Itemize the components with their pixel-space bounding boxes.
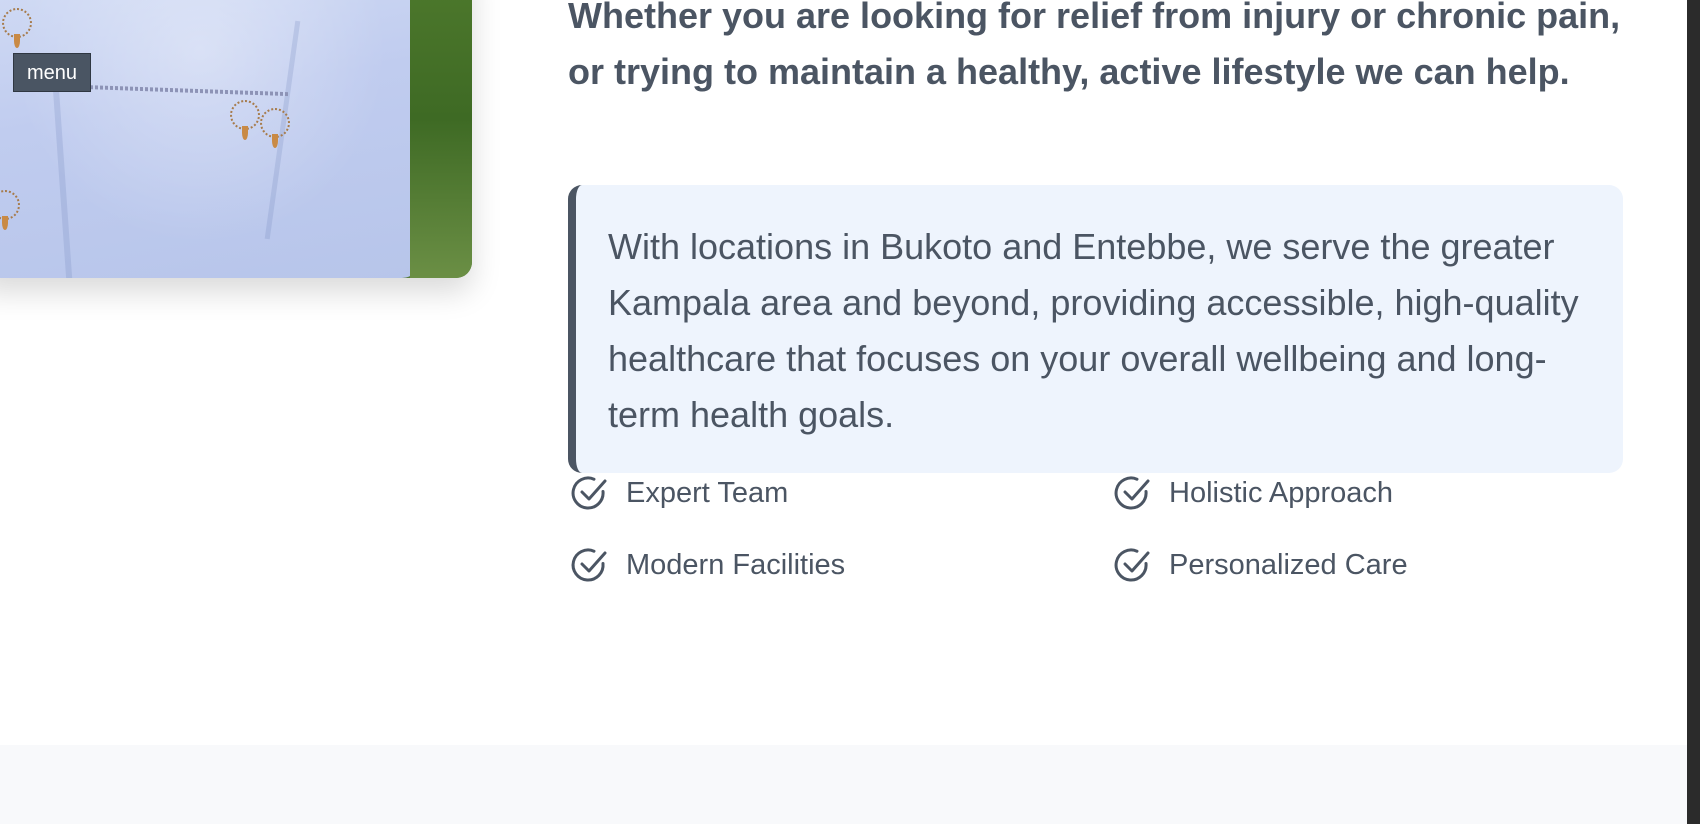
embroidery	[260, 108, 290, 148]
check-circle-icon	[1113, 473, 1153, 513]
clinic-photo	[0, 0, 472, 278]
embroidery	[2, 8, 32, 48]
embroidery	[230, 100, 260, 140]
feature-modern-facilities: Modern Facilities	[570, 545, 845, 585]
menu-button[interactable]: menu	[13, 53, 92, 92]
locations-text: With locations in Bukoto and Entebbe, we…	[608, 226, 1579, 435]
feature-holistic-approach: Holistic Approach	[1113, 473, 1393, 513]
feature-expert-team: Expert Team	[570, 473, 788, 513]
intro-heading: Whether you are looking for relief from …	[568, 0, 1621, 92]
feature-label: Modern Facilities	[626, 549, 846, 581]
feature-label: Expert Team	[626, 477, 789, 509]
next-section-band	[0, 745, 1687, 824]
check-circle-icon	[570, 473, 610, 513]
locations-callout: With locations in Bukoto and Entebbe, we…	[568, 185, 1623, 473]
grass-background	[410, 0, 472, 278]
feature-personalized-care: Personalized Care	[1113, 545, 1408, 585]
window-edge	[1687, 0, 1700, 824]
check-circle-icon	[570, 545, 610, 585]
check-circle-icon	[1113, 545, 1153, 585]
feature-label: Personalized Care	[1169, 549, 1408, 581]
page: menu Whether you are looking for relief …	[0, 0, 1687, 824]
feature-label: Holistic Approach	[1169, 477, 1394, 509]
